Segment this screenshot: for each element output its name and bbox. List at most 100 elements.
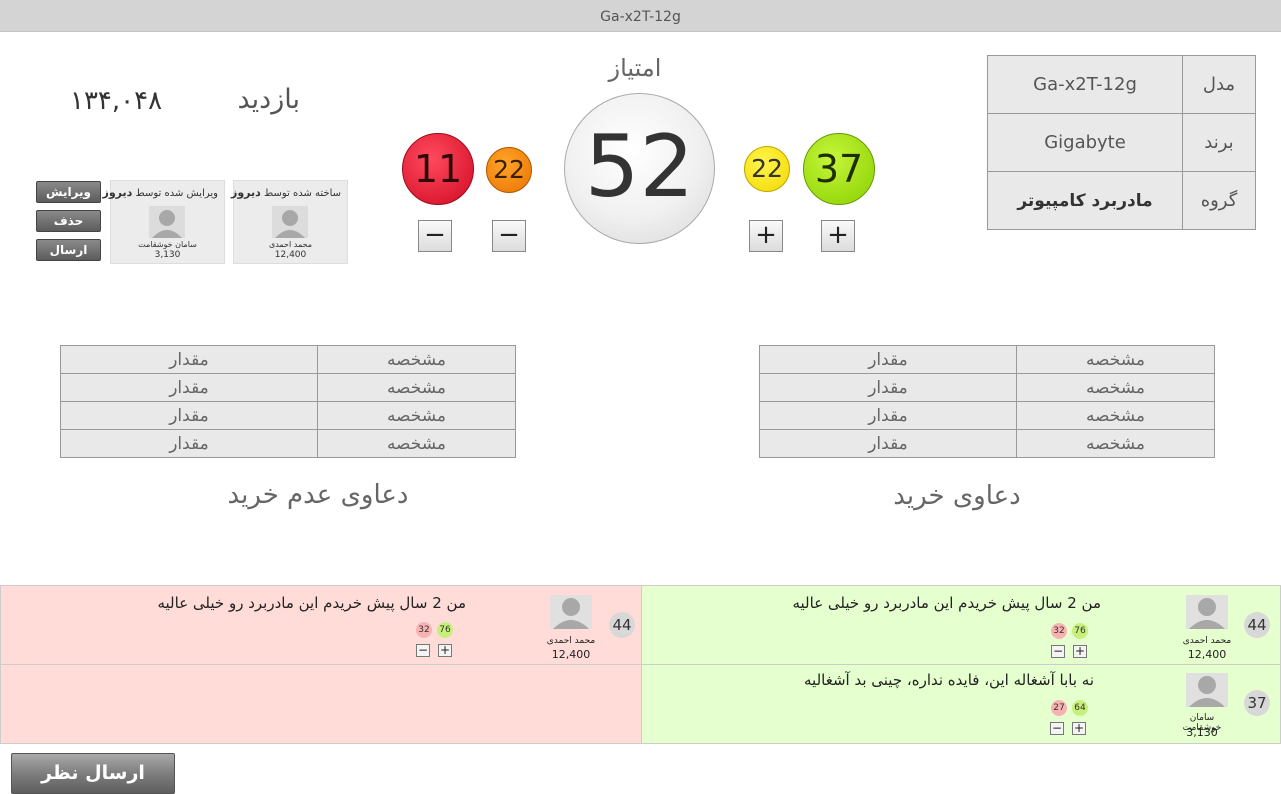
send-comment-small-button[interactable]: ارسال نظر — [36, 239, 101, 277]
avatar — [149, 206, 185, 238]
no-buy-claims-table: مقدار مشخصه مقدار مشخصه مقدار مشخصه مقدار مش… — [60, 345, 516, 458]
table-row: مقدار مشخصه — [60, 401, 516, 430]
claim-value: مقدار — [60, 401, 318, 430]
weak-downvote-button[interactable]: − — [492, 220, 526, 252]
comment-user-points: 3,130 — [1186, 726, 1218, 739]
claim-key: مشخصه — [1016, 345, 1215, 374]
spec-row-group: مادربرد کامپیوتر گروه — [987, 171, 1256, 230]
claim-value: مقدار — [60, 429, 318, 458]
table-row: مقدار مشخصه — [759, 373, 1215, 402]
user-icon — [1186, 673, 1228, 707]
claim-value: مقدار — [759, 373, 1017, 402]
comment-upvote-button[interactable]: + — [438, 644, 452, 657]
spec-label: مدل — [1182, 55, 1256, 114]
card-user-name: سامان خوشقامت — [138, 240, 197, 249]
comment-text: من 2 سال پیش خریدم این مادربرد رو خیلی ع… — [157, 594, 466, 612]
comment-user-name: محمد احمدی — [1182, 636, 1232, 646]
comment-upvote-button[interactable]: + — [1072, 722, 1086, 735]
weak-up-votes: 22 — [744, 146, 790, 192]
card-when: دیروز — [102, 186, 133, 199]
card-caption-text: ساخته شده توسط — [263, 188, 341, 199]
strong-downvote-button[interactable]: − — [418, 220, 452, 252]
card-user-points: 3,130 — [154, 250, 181, 260]
comments-section: من 2 سال پیش خریدم این مادربرد رو خیلی ع… — [0, 585, 1281, 744]
comment-score: 37 — [1244, 690, 1270, 716]
user-icon — [1186, 595, 1228, 629]
avatar — [1186, 595, 1228, 629]
edit-button[interactable]: ویرایش — [36, 181, 101, 203]
user-icon — [149, 206, 185, 238]
card-caption-text: ویرایش شده توسط — [135, 188, 219, 199]
claim-key: مشخصه — [1016, 373, 1215, 402]
user-icon — [550, 595, 592, 629]
claim-value: مقدار — [759, 345, 1017, 374]
strong-down-votes: 11 — [402, 133, 474, 205]
negative-comment: من 2 سال پیش خریدم این مادربرد رو خیلی ع… — [0, 585, 642, 665]
claim-key: مشخصه — [317, 429, 516, 458]
card-when: دیروز — [230, 186, 261, 199]
table-row: مقدار مشخصه — [759, 345, 1215, 374]
comment-score: 44 — [609, 612, 635, 638]
comment-up-count: 64 — [1072, 700, 1088, 716]
claim-value: مقدار — [759, 429, 1017, 458]
comment-text: نه بابا آشغاله این، فایده نداره، چینی بد… — [804, 671, 1094, 689]
comment-up-count: 76 — [1072, 623, 1088, 639]
avatar — [550, 595, 592, 629]
claim-value: مقدار — [60, 373, 318, 402]
user-icon — [272, 206, 308, 238]
comment-downvote-button[interactable]: − — [416, 644, 430, 657]
spec-value: مادربرد کامپیوتر — [987, 171, 1183, 230]
claim-key: مشخصه — [1016, 401, 1215, 430]
weak-down-votes: 22 — [486, 147, 532, 193]
avatar — [272, 206, 308, 238]
send-comment-button[interactable]: ارسال نظر — [11, 753, 175, 794]
buy-claims-table: مقدار مشخصه مقدار مشخصه مقدار مشخصه مقدار مش… — [759, 345, 1215, 458]
comment-user-name: محمد احمدی — [546, 636, 596, 646]
claim-key: مشخصه — [317, 345, 516, 374]
visits-label: بازدید — [237, 84, 301, 115]
table-row: مقدار مشخصه — [60, 345, 516, 374]
visits-count: ۱۳۴,۰۴۸ — [70, 86, 163, 116]
comment-user-points: 12,400 — [551, 648, 591, 661]
strong-upvote-button[interactable]: + — [821, 220, 855, 252]
claim-value: مقدار — [759, 401, 1017, 430]
card-user-points: 12,400 — [274, 250, 307, 260]
card-caption: ساخته شده توسط دیروز — [227, 186, 341, 199]
table-row: مقدار مشخصه — [759, 429, 1215, 458]
comment-upvote-button[interactable]: + — [1073, 645, 1087, 658]
product-spec-table: Ga-x2T-12g مدل Gigabyte برند مادربرد کام… — [987, 55, 1256, 230]
card-user-name: محمد احمدی — [268, 240, 313, 249]
comment-down-count: 27 — [1051, 700, 1067, 716]
total-score: 52 — [564, 93, 715, 244]
strong-up-votes: 37 — [803, 133, 875, 205]
table-row: مقدار مشخصه — [60, 429, 516, 458]
comment-downvote-button[interactable]: − — [1051, 645, 1065, 658]
claim-key: مشخصه — [317, 401, 516, 430]
no-buy-claims-title: دعاوی عدم خرید — [227, 480, 409, 510]
positive-comment: نه بابا آشغاله این، فایده نداره، چینی بد… — [641, 664, 1281, 744]
comment-down-count: 32 — [1051, 623, 1067, 639]
card-caption: ویرایش شده توسط دیروز — [99, 186, 218, 199]
score-label: امتیاز — [608, 54, 662, 82]
negative-comment-empty — [0, 664, 642, 744]
comment-up-count: 76 — [437, 622, 453, 638]
created-by-card: ساخته شده توسط دیروز محمد احمدی 12,400 — [231, 180, 348, 264]
spec-value: Gigabyte — [987, 113, 1183, 172]
claim-key: مشخصه — [1016, 429, 1215, 458]
window-title: Ga-x2T-12g — [0, 0, 1281, 32]
spec-label: گروه — [1182, 171, 1256, 230]
comment-text: من 2 سال پیش خریدم این مادربرد رو خیلی ع… — [792, 594, 1101, 612]
weak-upvote-button[interactable]: + — [749, 220, 783, 252]
delete-button[interactable]: حذف — [36, 210, 101, 232]
claim-key: مشخصه — [317, 373, 516, 402]
buy-claims-title: دعاوی خرید — [893, 481, 1021, 511]
spec-row-brand: Gigabyte برند — [987, 113, 1256, 172]
avatar — [1186, 673, 1228, 707]
comment-score: 44 — [1244, 612, 1270, 638]
comment-downvote-button[interactable]: − — [1050, 722, 1064, 735]
edited-by-card: ویرایش شده توسط دیروز سامان خوشقامت 3,13… — [103, 180, 225, 264]
claim-value: مقدار — [60, 345, 318, 374]
spec-value: Ga-x2T-12g — [987, 55, 1183, 114]
table-row: مقدار مشخصه — [759, 401, 1215, 430]
comment-down-count: 32 — [416, 622, 432, 638]
